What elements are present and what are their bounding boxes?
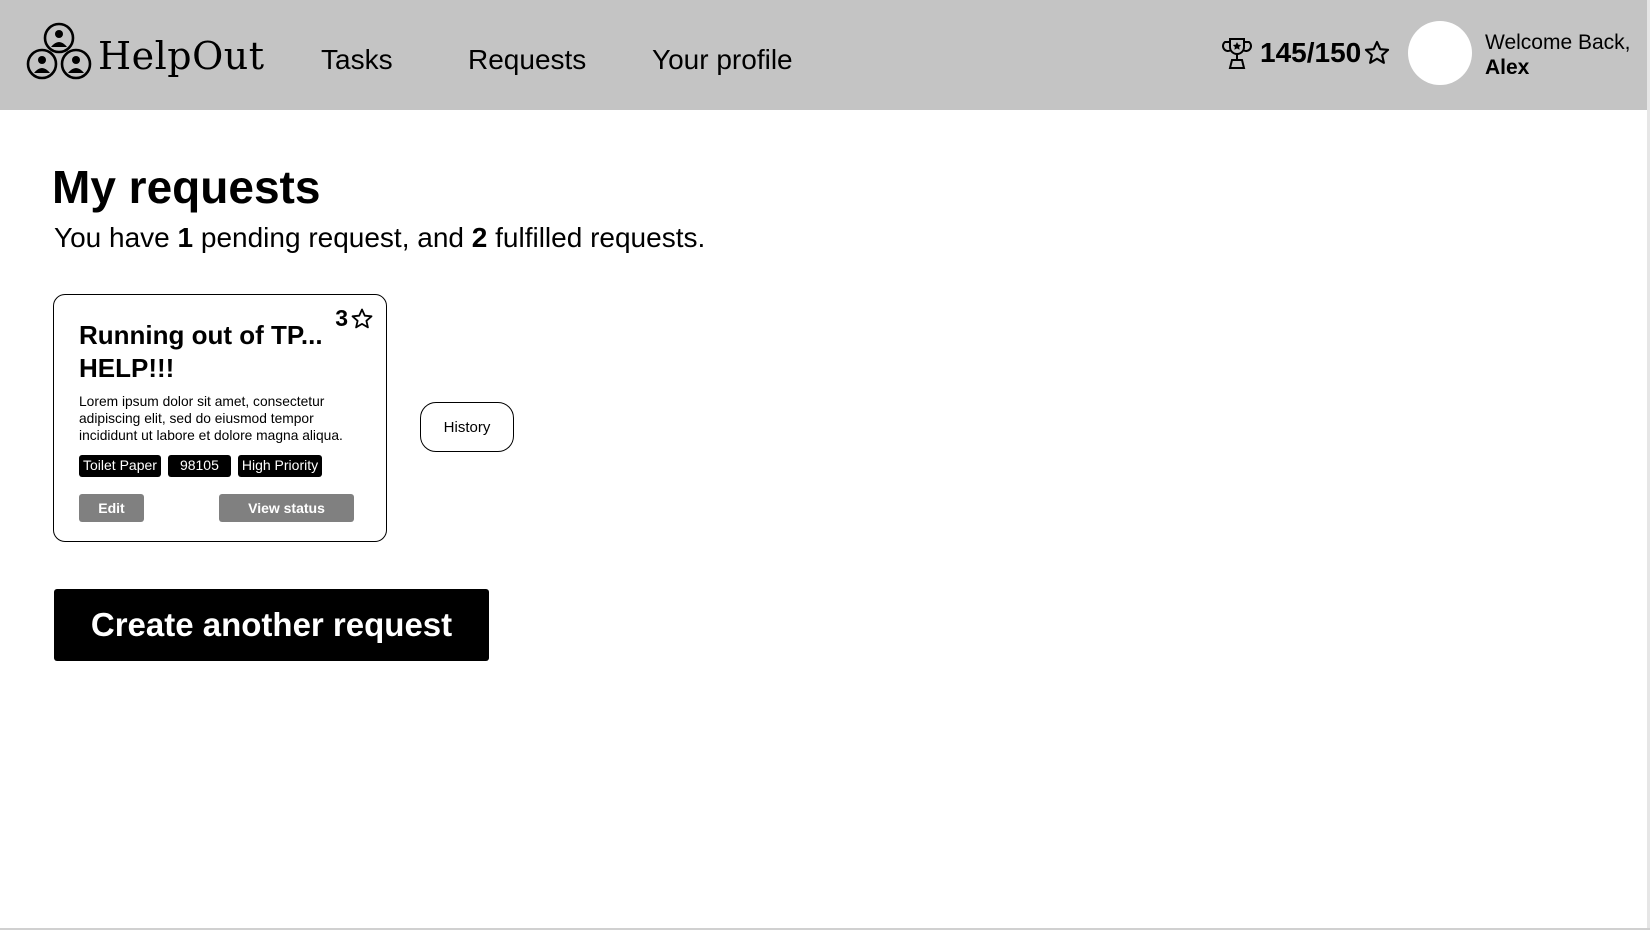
logo[interactable]: HelpOut (26, 22, 265, 86)
nav-requests[interactable]: Requests (468, 44, 586, 76)
welcome-line: Welcome Back, (1485, 31, 1631, 54)
app-name: HelpOut (98, 34, 265, 78)
user-name: Alex (1485, 56, 1530, 79)
logo-people-icon (26, 22, 92, 80)
star-icon (1365, 40, 1390, 64)
avatar[interactable] (1408, 21, 1472, 85)
star-icon (351, 308, 373, 328)
top-header: HelpOut Tasks Requests Your profile 145/… (0, 0, 1647, 110)
tag-zip: 98105 (167, 455, 231, 477)
requests-summary: You have 1 pending request, and 2 fulfil… (54, 222, 705, 254)
card-title: Running out of TP... HELP!!! (79, 320, 323, 383)
summary-prefix: You have (54, 222, 178, 253)
pending-count: 1 (177, 222, 194, 253)
card-tags: Toilet Paper 98105 High Priority (79, 455, 323, 477)
create-request-button[interactable]: Create another request (54, 589, 489, 661)
welcome-message: Welcome Back, Alex (1485, 30, 1631, 80)
tag-priority: High Priority (237, 455, 323, 477)
nav-your-profile[interactable]: Your profile (652, 44, 793, 76)
fulfilled-count: 2 (471, 222, 488, 253)
summary-suffix: fulfilled requests. (487, 222, 706, 253)
nav-tasks[interactable]: Tasks (321, 44, 393, 76)
card-description: Lorem ipsum dolor sit amet, consectetur … (79, 394, 343, 443)
points-value: 145/150 (1260, 37, 1362, 68)
page-title: My requests (52, 161, 321, 213)
request-card[interactable]: 3 Running out of TP... HELP!!! Lorem ips… (53, 294, 387, 542)
history-button[interactable]: History (420, 402, 514, 452)
summary-middle: pending request, and (193, 222, 472, 253)
page: HelpOut Tasks Requests Your profile 145/… (0, 0, 1650, 928)
card-points: 3 (335, 305, 374, 332)
view-status-button[interactable]: View status (219, 494, 354, 522)
points-display: 145/150 (1221, 36, 1391, 70)
tag-category: Toilet Paper (79, 455, 161, 477)
trophy-icon (1222, 38, 1252, 69)
edit-button[interactable]: Edit (79, 494, 144, 522)
